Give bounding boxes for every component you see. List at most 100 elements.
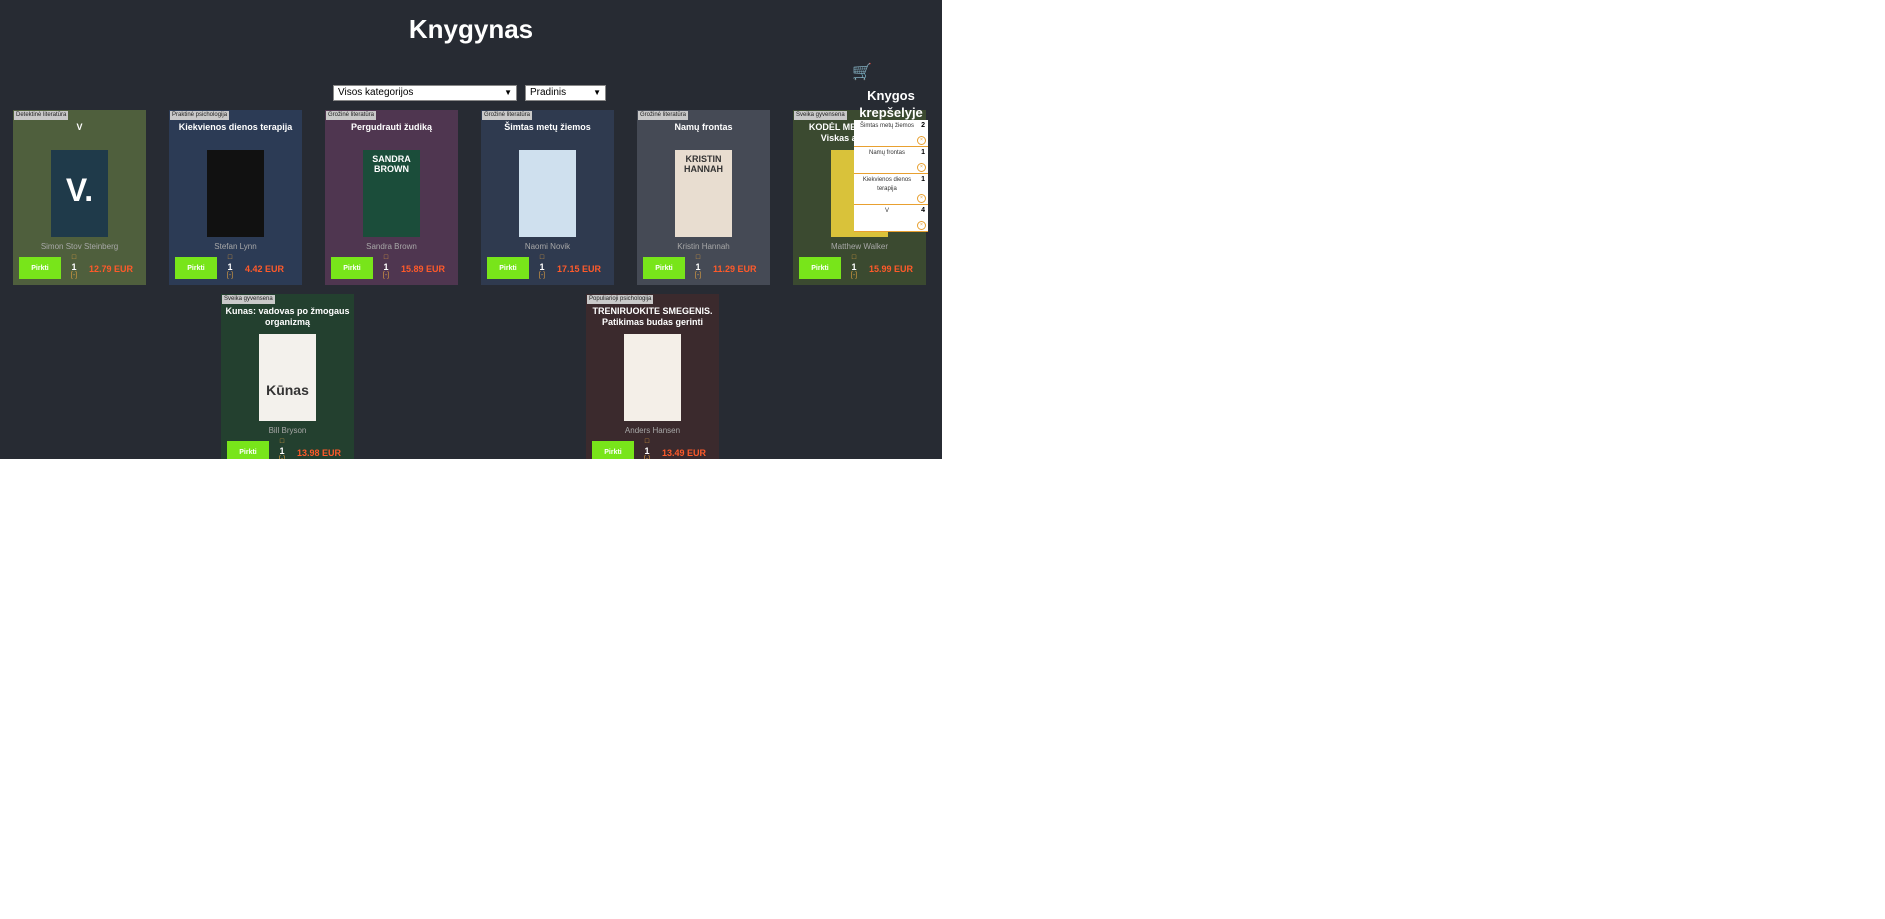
shopping-cart-icon[interactable]: 🛒 — [852, 62, 872, 82]
quantity-stepper[interactable]: □1[-] — [535, 254, 549, 280]
category-badge: Grožinė literatūra — [482, 111, 533, 120]
quantity-stepper[interactable]: □1[-] — [275, 438, 289, 459]
decrease-icon[interactable]: [-] — [275, 456, 289, 459]
cart-item: Šimtas metų žiemos 2 × — [854, 120, 928, 147]
book-card: Sveika gyvensena Kunas: vadovas po žmogau… — [221, 294, 354, 459]
buy-button[interactable]: Pirkti — [592, 441, 634, 459]
cart-item-qty: 2 — [921, 122, 925, 129]
book-price: 13.98 EUR — [297, 448, 342, 458]
category-select-value: Visos kategorijos — [338, 87, 414, 98]
decrease-icon[interactable]: [-] — [640, 456, 654, 459]
book-title: Šimtas metų žiemos — [504, 122, 591, 132]
category-badge: Grožinė literatūra — [326, 111, 377, 120]
decrease-icon[interactable]: [-] — [379, 272, 393, 280]
cart-item-name: Kiekvienos dienos terapija — [862, 177, 912, 192]
quantity-value: 1 — [695, 262, 701, 272]
decrease-icon[interactable]: [-] — [691, 272, 705, 280]
book-cover[interactable] — [624, 334, 681, 421]
increase-icon[interactable]: □ — [379, 254, 393, 262]
book-cover[interactable] — [207, 150, 264, 237]
book-card: Detektinė literatūra V V. Simon Stov Steinb… — [13, 110, 146, 285]
chevron-down-icon: ▼ — [593, 88, 601, 97]
category-badge: Sveika gyvensena — [222, 295, 275, 304]
buy-button[interactable]: Pirkti — [19, 257, 61, 279]
quantity-value: 1 — [539, 262, 545, 272]
sort-select[interactable]: Pradinis ▼ — [525, 85, 606, 101]
cart-item-qty: 1 — [921, 149, 925, 156]
book-cover[interactable]: SANDRA BROWN — [363, 150, 420, 237]
category-select[interactable]: Visos kategorijos ▼ — [333, 85, 517, 101]
quantity-stepper[interactable]: □1[-] — [847, 254, 861, 280]
decrease-icon[interactable]: [-] — [67, 272, 81, 280]
book-price: 17.15 EUR — [557, 264, 602, 274]
book-card: Grožinė literatūra Namų frontas KRISTIN HA… — [637, 110, 770, 285]
sort-select-value: Pradinis — [530, 87, 567, 98]
increase-icon[interactable]: □ — [535, 254, 549, 262]
cover-text: Kūnas — [266, 382, 309, 398]
book-author: Simon Stov Steinberg — [40, 242, 119, 251]
book-title: Kunas: vadovas po žmogaus organizmą — [225, 306, 350, 327]
book-price: 15.89 EUR — [401, 264, 446, 274]
book-title: Namų frontas — [674, 122, 733, 132]
buy-button[interactable]: Pirkti — [331, 257, 373, 279]
book-author: Kristin Hannah — [677, 242, 730, 251]
remove-icon[interactable]: × — [917, 136, 926, 145]
book-author: Bill Bryson — [268, 426, 307, 435]
book-title: Pergudrauti žudiką — [350, 122, 432, 132]
cover-text: V. — [65, 172, 94, 208]
quantity-value: 1 — [279, 446, 285, 456]
quantity-value: 1 — [383, 262, 389, 272]
cart-item-qty: 4 — [921, 207, 925, 214]
cart-list: Šimtas metų žiemos 2 × Namų frontas 1 × Kiekvi… — [854, 120, 928, 232]
cover-text: KRISTIN HANNAH — [684, 154, 723, 174]
cart-item: Kiekvienos dienos terapija 1 × — [854, 174, 928, 205]
category-badge: Praktinė psichologija — [170, 111, 230, 120]
cover-text: SANDRA BROWN — [372, 154, 411, 174]
quantity-stepper[interactable]: □1[-] — [379, 254, 393, 280]
quantity-stepper[interactable]: □1[-] — [67, 254, 81, 280]
book-price: 4.42 EUR — [245, 264, 285, 274]
cart-item-name: Namų frontas — [868, 150, 905, 156]
book-author: Stefan Lynn — [214, 242, 257, 251]
book-title: V — [76, 122, 83, 132]
quantity-value: 1 — [227, 262, 233, 272]
book-cover[interactable]: Kūnas — [259, 334, 316, 421]
decrease-icon[interactable]: [-] — [535, 272, 549, 280]
book-title: TRENIRUOKITE SMEGENIS. Patikimas budas g… — [592, 306, 713, 327]
book-cover[interactable] — [519, 150, 576, 237]
book-author: Naomi Novik — [524, 242, 571, 251]
book-author: Anders Hansen — [624, 426, 681, 435]
category-badge: Populiarioji psichologija — [587, 295, 654, 304]
increase-icon[interactable]: □ — [223, 254, 237, 262]
increase-icon[interactable]: □ — [847, 254, 861, 262]
cart-item: Namų frontas 1 × — [854, 147, 928, 174]
remove-icon[interactable]: × — [917, 194, 926, 203]
cart-item-name: V — [884, 208, 889, 214]
remove-icon[interactable]: × — [917, 221, 926, 230]
increase-icon[interactable]: □ — [691, 254, 705, 262]
book-cover[interactable]: KRISTIN HANNAH — [675, 150, 732, 237]
book-author: Sandra Brown — [366, 242, 417, 251]
increase-icon[interactable]: □ — [67, 254, 81, 262]
book-card: Populiarioji psichologija TRENIRUOKITE SM… — [586, 294, 719, 459]
cart-item-qty: 1 — [921, 176, 925, 183]
page-title: Knygynas — [408, 14, 534, 44]
increase-icon[interactable]: □ — [640, 438, 654, 446]
quantity-stepper[interactable]: □1[-] — [640, 438, 654, 459]
decrease-icon[interactable]: [-] — [223, 272, 237, 280]
buy-button[interactable]: Pirkti — [799, 257, 841, 279]
increase-icon[interactable]: □ — [275, 438, 289, 446]
book-card: Praktinė psichologija Kiekvienos dienos t… — [169, 110, 302, 285]
buy-button[interactable]: Pirkti — [643, 257, 685, 279]
buy-button[interactable]: Pirkti — [487, 257, 529, 279]
quantity-stepper[interactable]: □1[-] — [223, 254, 237, 280]
buy-button[interactable]: Pirkti — [175, 257, 217, 279]
quantity-value: 1 — [644, 446, 650, 456]
book-price: 12.79 EUR — [89, 264, 134, 274]
buy-button[interactable]: Pirkti — [227, 441, 269, 459]
category-badge: Grožinė literatūra — [638, 111, 689, 120]
quantity-stepper[interactable]: □1[-] — [691, 254, 705, 280]
remove-icon[interactable]: × — [917, 163, 926, 172]
book-cover[interactable]: V. — [51, 150, 108, 237]
decrease-icon[interactable]: [-] — [847, 272, 861, 280]
